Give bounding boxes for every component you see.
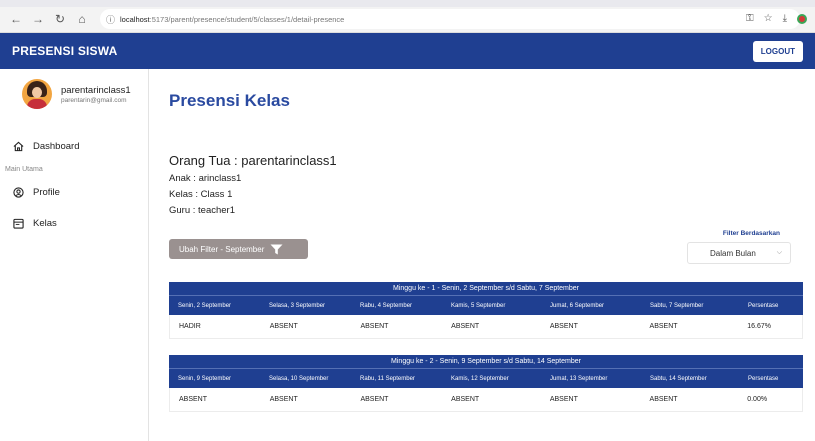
column-header: Selasa, 3 September <box>269 302 326 309</box>
sidebar-item-label: Kelas <box>33 217 57 229</box>
table-cell: ABSENT <box>649 323 678 330</box>
column-header: Persentase <box>748 302 779 309</box>
bookmark-star-icon[interactable]: ☆ <box>764 13 773 24</box>
logout-button[interactable]: LOGOUT <box>752 40 803 62</box>
table-cell: ABSENT <box>549 323 578 330</box>
filter-select-value: Dalam Bulan <box>710 248 756 258</box>
sidebar-item-kelas[interactable]: Kelas <box>0 214 148 232</box>
parent-name: Orang Tua : parentarinclass1 <box>169 153 337 168</box>
filter-select[interactable]: Dalam Bulan ⌵ <box>687 242 791 264</box>
week-title: Minggu ke - 2 - Senin, 9 September s/d S… <box>169 355 803 369</box>
filter-funnel-icon <box>270 244 283 254</box>
address-bar[interactable]: ⓘ localhost:5173/parent/presence/student… <box>100 9 800 29</box>
user-email: parentarin@gmail.com <box>61 96 127 104</box>
table-row: ABSENT ABSENT ABSENT ABSENT ABSENT ABSEN… <box>169 388 803 412</box>
table-cell: ABSENT <box>549 396 578 403</box>
browser-profile-icon[interactable] <box>797 13 807 24</box>
app-brand: PRESENSI SISWA <box>12 44 118 58</box>
column-header: Rabu, 11 September <box>360 375 415 382</box>
column-header: Persentase <box>748 375 779 382</box>
reload-icon[interactable]: ↻ <box>52 12 68 26</box>
sidebar-item-label: Dashboard <box>33 140 80 152</box>
sidebar-item-label: Profile <box>33 186 60 198</box>
tab-strip <box>0 0 815 7</box>
column-header: Sabtu, 14 September <box>650 375 707 382</box>
table-cell: 0.00% <box>747 396 768 403</box>
calendar-icon <box>13 218 24 229</box>
sidebar-section-label: Main Utama <box>5 166 43 173</box>
week-table: Minggu ke - 2 - Senin, 9 September s/d S… <box>169 355 803 412</box>
user-profile: parentarinclass1 parentarin@gmail.com <box>0 79 148 109</box>
column-header: Jumat, 13 September <box>550 375 608 382</box>
user-name: parentarinclass1 <box>61 84 131 96</box>
week-table: Minggu ke - 1 - Senin, 2 September s/d S… <box>169 282 803 339</box>
table-cell: ABSENT <box>451 323 480 330</box>
column-header: Senin, 2 September <box>178 302 232 309</box>
table-cell: ABSENT <box>179 396 208 403</box>
child-name: Anak : arinclass1 <box>169 173 242 184</box>
back-icon[interactable]: ← <box>8 12 24 26</box>
app-header: PRESENSI SISWA LOGOUT <box>0 33 815 69</box>
url-host: localhost <box>120 14 150 24</box>
column-header: Kamis, 5 September <box>451 302 506 309</box>
user-circle-icon <box>13 186 24 198</box>
table-cell: ABSENT <box>649 396 678 403</box>
avatar <box>22 79 52 109</box>
table-header-row: Senin, 2 September Selasa, 3 September R… <box>169 296 803 315</box>
column-header: Jumat, 6 September <box>550 302 605 309</box>
table-cell: 16.67% <box>747 323 771 330</box>
table-cell: HADIR <box>179 323 201 330</box>
column-header: Sabtu, 7 September <box>650 302 704 309</box>
table-row: HADIR ABSENT ABSENT ABSENT ABSENT ABSENT… <box>169 315 803 339</box>
page-title: Presensi Kelas <box>169 91 290 110</box>
table-header-row: Senin, 9 September Selasa, 10 September … <box>169 369 803 388</box>
table-cell: ABSENT <box>269 396 298 403</box>
forward-icon[interactable]: → <box>30 12 46 26</box>
sidebar-item-profile[interactable]: Profile <box>0 183 148 201</box>
week-title: Minggu ke - 1 - Senin, 2 September s/d S… <box>169 282 803 296</box>
filter-row: Ubah Filter - September Filter Berdasark… <box>169 230 803 270</box>
chevron-down-icon: ⌵ <box>776 249 782 256</box>
home-icon[interactable]: ⌂ <box>74 12 90 26</box>
column-header: Selasa, 10 September <box>269 375 329 382</box>
class-name: Kelas : Class 1 <box>169 189 233 200</box>
teacher-name: Guru : teacher1 <box>169 205 236 216</box>
browser-toolbar: ← → ↻ ⌂ ⓘ localhost:5173/parent/presence… <box>0 0 815 33</box>
main-content: Presensi Kelas Orang Tua : parentarincla… <box>149 69 815 441</box>
home-icon <box>13 141 24 151</box>
column-header: Rabu, 4 September <box>360 302 413 309</box>
url-path: :5173/parent/presence/student/5/classes/… <box>149 14 345 24</box>
download-icon[interactable]: ⤓ <box>783 13 787 24</box>
filter-button-label: Ubah Filter - September <box>179 244 265 254</box>
sidebar-item-dashboard[interactable]: Dashboard <box>0 137 148 155</box>
filter-label: Filter Berdasarkan <box>722 230 780 237</box>
table-cell: ABSENT <box>360 323 389 330</box>
password-key-icon[interactable]: ⚿ <box>746 13 754 24</box>
sidebar: parentarinclass1 parentarin@gmail.com Da… <box>0 69 149 441</box>
change-filter-button[interactable]: Ubah Filter - September <box>169 239 308 259</box>
table-cell: ABSENT <box>269 323 298 330</box>
column-header: Kamis, 12 September <box>451 375 509 382</box>
table-cell: ABSENT <box>360 396 389 403</box>
column-header: Senin, 9 September <box>178 375 232 382</box>
table-cell: ABSENT <box>451 396 480 403</box>
site-info-icon[interactable]: ⓘ <box>106 13 115 26</box>
